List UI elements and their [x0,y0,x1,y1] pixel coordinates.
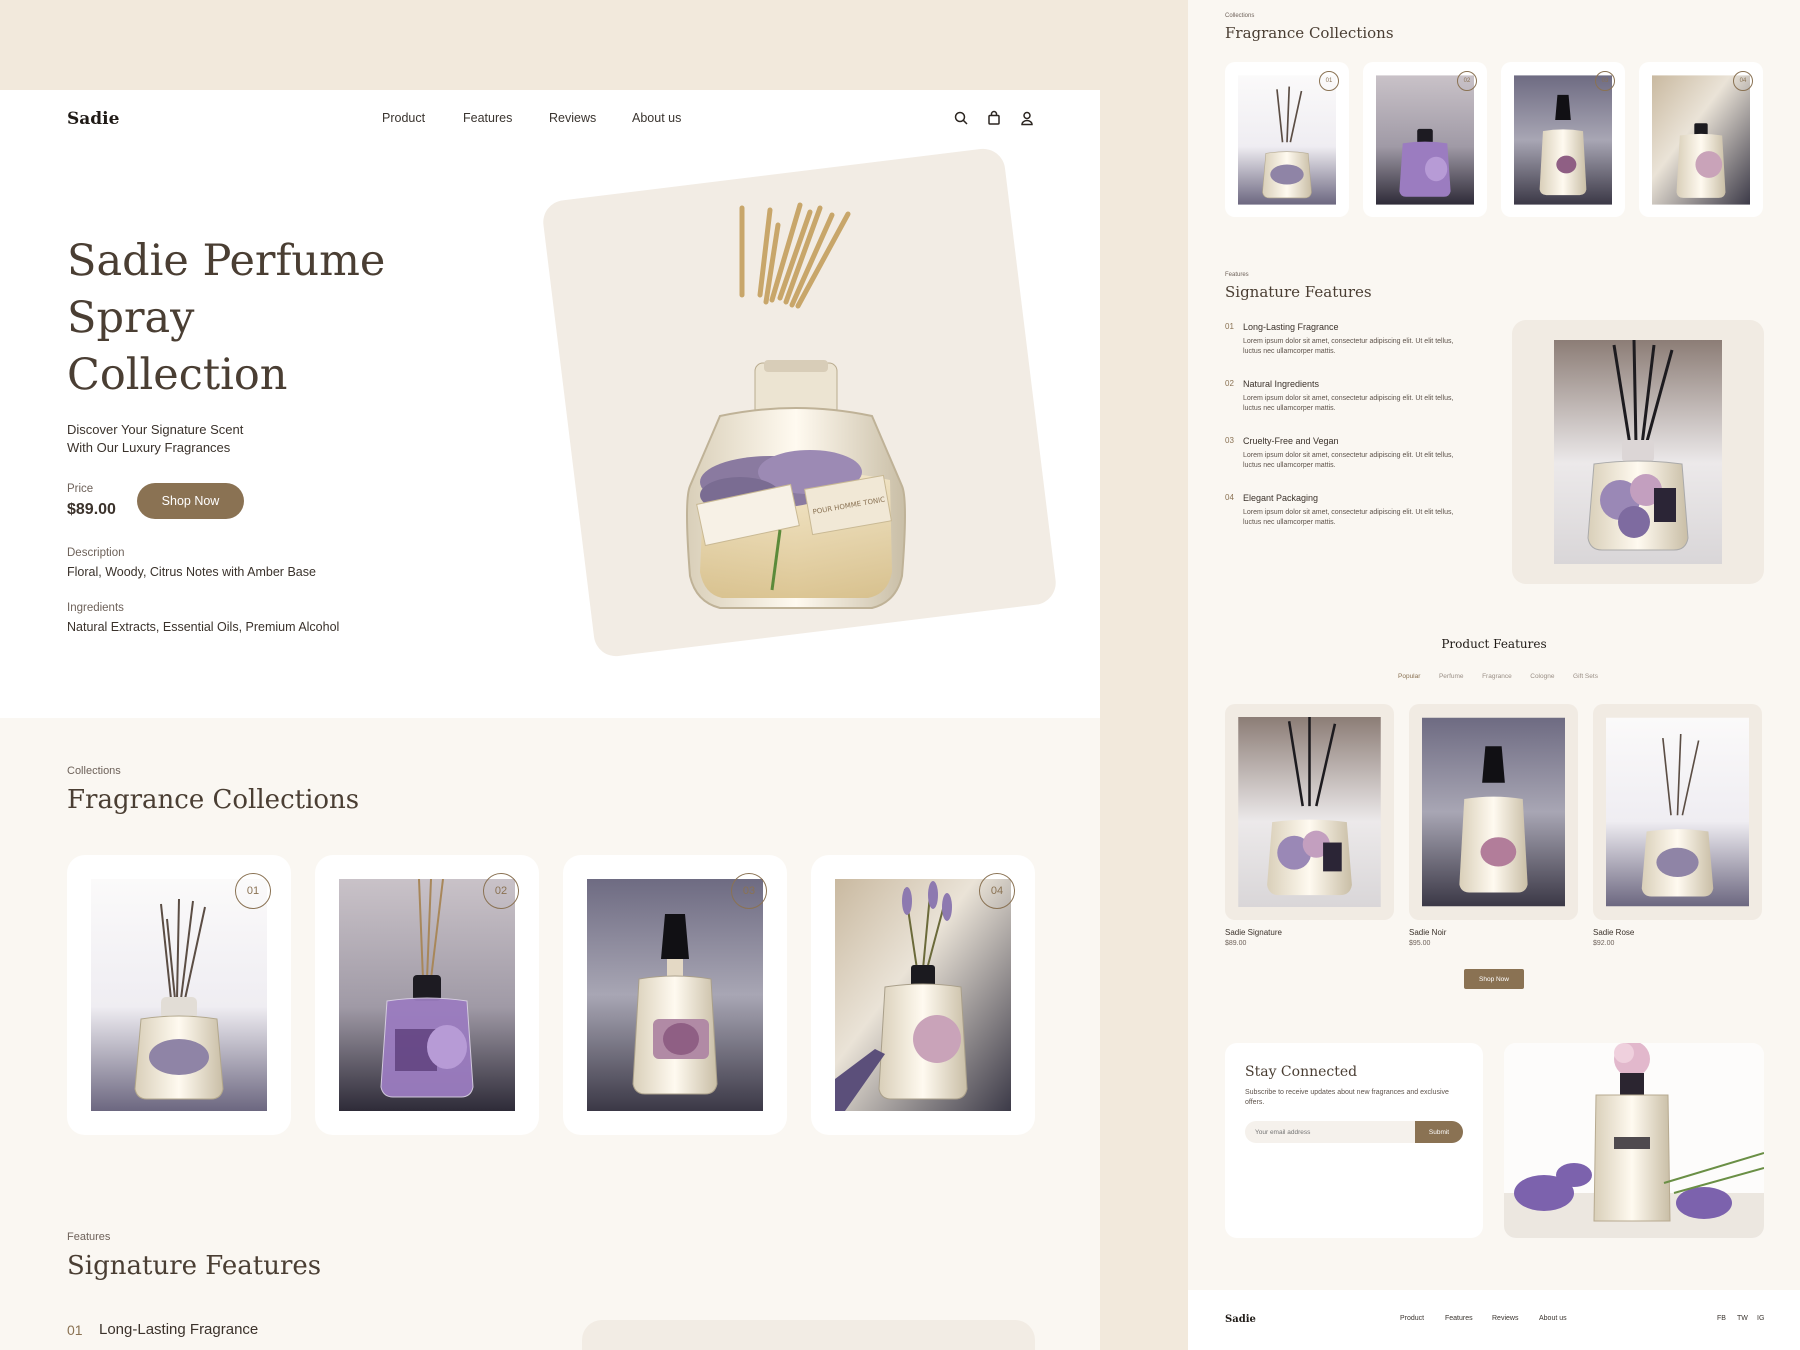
footer-link-about[interactable]: About us [1539,1315,1567,1322]
rp-feature-title-1: Long-Lasting Fragrance [1243,322,1339,332]
rp-collection-card-1[interactable]: 01 [1225,62,1349,217]
rp-features-title: Signature Features [1225,283,1372,301]
footer-social-tw[interactable]: TW [1737,1315,1748,1322]
rp-product-card-3[interactable] [1593,704,1762,920]
price-label: Price [67,483,94,495]
rp-product-name-2: Sadie Noir [1409,928,1447,937]
footer-social-ig[interactable]: IG [1757,1315,1764,1322]
collection-number-1: 01 [235,873,271,909]
rp-collection-card-2[interactable]: 02 [1363,62,1487,217]
rp-collection-number-2: 02 [1457,71,1477,91]
feature-number-1: 01 [67,1322,83,1338]
rp-feature-title-3: Cruelty-Free and Vegan [1243,436,1339,446]
rp-feature-text-1: Lorem ipsum dolor sit amet, consectetur … [1243,338,1454,355]
search-icon[interactable] [953,110,969,126]
rp-features-photo [1554,340,1722,564]
collection-card-3[interactable]: 03 [563,855,787,1135]
rp-product-features-title: Product Features [1441,637,1547,651]
rp-product-card-1[interactable] [1225,704,1394,920]
hero-subtitle-1: Discover Your Signature Scent [67,422,244,437]
rp-feature-number-1: 01 [1225,322,1234,331]
collections-title: Fragrance Collections [67,785,360,815]
rp-collections-eyebrow: Collections [1225,13,1255,19]
rp-product-price-3: $92.00 [1593,940,1615,947]
collection-photo-4 [835,879,1011,1111]
features-image-card [582,1320,1035,1350]
shop-now-button[interactable]: Shop Now [137,483,244,519]
newsletter-image [1504,1043,1764,1238]
ingredients-value: Natural Extracts, Essential Oils, Premiu… [67,620,340,634]
hero-diffuser-image: POUR HOMME TONIC [686,202,906,609]
rp-feature-number-3: 03 [1225,436,1234,445]
hero-title: Sadie Perfume Spray Collection [67,236,386,400]
tab-gift-sets[interactable]: Gift Sets [1573,673,1598,680]
footer-link-product[interactable]: Product [1400,1315,1424,1322]
footer-logo[interactable]: Sadie [1225,1314,1256,1325]
rp-collection-number-1: 01 [1319,71,1339,91]
features-eyebrow: Features [67,1231,111,1243]
collections-eyebrow: Collections [67,765,121,777]
collection-number-4: 04 [979,873,1015,909]
rp-features-image-card [1512,320,1764,584]
newsletter-submit-button[interactable]: Submit [1415,1121,1463,1143]
rp-collection-card-4[interactable]: 04 [1639,62,1763,217]
rp-collection-card-3[interactable]: 03 [1501,62,1625,217]
collection-card-4[interactable]: 04 [811,855,1035,1135]
hero-section: Sadie Product Features Reviews About us … [0,90,1100,718]
rp-collections-title: Fragrance Collections [1225,24,1394,42]
landing-page-preview: Collections Fragrance Collections 01 02 … [1188,0,1800,1350]
rp-product-name-1: Sadie Signature [1225,928,1282,937]
rp-feature-number-4: 04 [1225,493,1234,502]
rp-product-price-2: $95.00 [1409,940,1431,947]
rp-feature-number-2: 02 [1225,379,1234,388]
shopping-bag-icon[interactable] [986,110,1002,126]
newsletter-email-input[interactable] [1245,1121,1440,1143]
tab-popular[interactable]: Popular [1398,673,1420,680]
rp-features-eyebrow: Features [1225,272,1249,278]
rp-shop-now-button[interactable]: Shop Now [1464,969,1524,989]
newsletter-card: Stay Connected Subscribe to receive upda… [1225,1043,1483,1238]
rp-product-card-2[interactable] [1409,704,1578,920]
description-label: Description [67,547,125,559]
collection-card-1[interactable]: 01 [67,855,291,1135]
tab-fragrance[interactable]: Fragrance [1482,673,1512,680]
landing-page-main: Sadie Product Features Reviews About us … [0,90,1100,1350]
rp-collection-number-3: 03 [1595,71,1615,91]
description-value: Floral, Woody, Citrus Notes with Amber B… [67,565,316,579]
newsletter-text: Subscribe to receive updates about new f… [1245,1089,1449,1106]
collection-photo-2 [339,879,515,1111]
footer-link-reviews[interactable]: Reviews [1492,1315,1518,1322]
nav-features[interactable]: Features [463,111,512,125]
hero-subtitle-2: With Our Luxury Fragrances [67,440,231,455]
nav-about[interactable]: About us [632,111,681,125]
nav-reviews[interactable]: Reviews [549,111,596,125]
collection-photo-3 [587,879,763,1111]
rp-product-tabs: Popular Perfume Fragrance Cologne Gift S… [1398,673,1598,680]
features-title: Signature Features [67,1251,322,1281]
collection-card-2[interactable]: 02 [315,855,539,1135]
user-icon[interactable] [1019,110,1035,126]
feature-title-1: Long-Lasting Fragrance [99,1321,259,1338]
tab-cologne[interactable]: Cologne [1530,673,1554,680]
ingredients-label: Ingredients [67,602,124,614]
rp-feature-title-2: Natural Ingredients [1243,379,1320,389]
collection-number-3: 03 [731,873,767,909]
collection-photo-1 [91,879,267,1111]
tab-perfume[interactable]: Perfume [1439,673,1464,680]
rp-feature-title-4: Elegant Packaging [1243,493,1319,503]
rp-feature-text-3: Lorem ipsum dolor sit amet, consectetur … [1243,452,1454,469]
rp-product-price-1: $89.00 [1225,940,1247,947]
rp-feature-text-2: Lorem ipsum dolor sit amet, consectetur … [1243,395,1454,412]
footer-social-fb[interactable]: FB [1717,1315,1726,1322]
footer-link-features[interactable]: Features [1445,1315,1473,1322]
price-value: $89.00 [67,501,116,518]
newsletter-title: Stay Connected [1245,1064,1358,1080]
rp-footer: Sadie Product Features Reviews About us … [1188,1290,1800,1350]
nav-product[interactable]: Product [382,111,425,125]
collection-number-2: 02 [483,873,519,909]
brand-logo[interactable]: Sadie [67,109,119,129]
rp-product-name-3: Sadie Rose [1593,928,1635,937]
rp-feature-text-4: Lorem ipsum dolor sit amet, consectetur … [1243,509,1454,526]
rp-collection-number-4: 04 [1733,71,1753,91]
